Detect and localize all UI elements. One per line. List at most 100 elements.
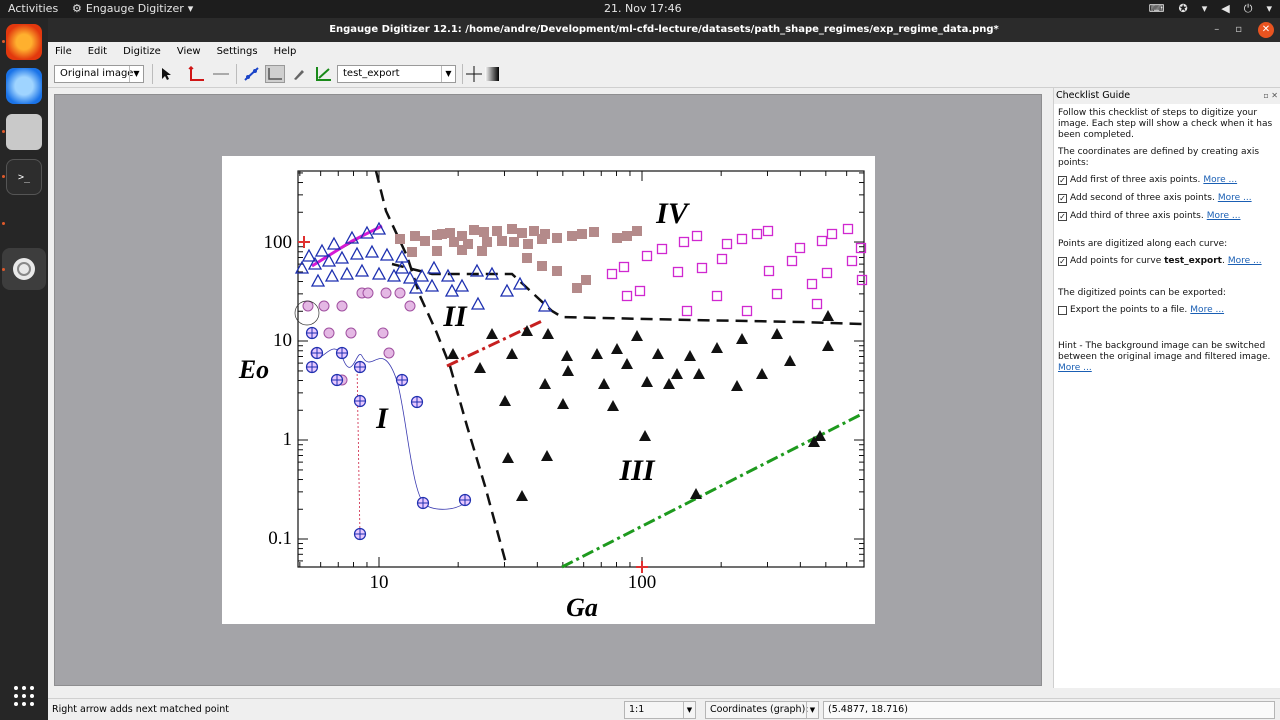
magenta-square-marker	[763, 265, 775, 277]
curve-select[interactable]: test_export ▼	[337, 65, 456, 83]
chevron-down-icon: ▾	[1266, 2, 1272, 15]
axis-point-tool-icon[interactable]	[187, 65, 207, 83]
point-match-tool-icon[interactable]	[265, 65, 285, 83]
window-title: Engauge Digitizer 12.1: /home/andre/Deve…	[329, 24, 999, 35]
magenta-square-marker	[711, 290, 723, 302]
magenta-square-marker	[678, 236, 690, 248]
minimize-icon[interactable]: –	[1214, 18, 1219, 42]
filled-triangle-marker	[607, 400, 619, 411]
checklist-title: Checklist Guide	[1056, 90, 1131, 101]
activities-button[interactable]: Activities	[8, 2, 58, 15]
more-link[interactable]: More ...	[1190, 305, 1224, 315]
axis-intro: The coordinates are defined by creating …	[1058, 147, 1260, 168]
magenta-square-marker	[672, 266, 684, 278]
brown-square-marker	[420, 236, 430, 246]
xtick-label: 100	[628, 572, 657, 593]
menu-settings[interactable]: Settings	[217, 46, 258, 57]
open-triangle-marker	[310, 273, 326, 287]
gradient-icon[interactable]	[482, 65, 502, 83]
filled-triangle-marker	[693, 368, 705, 379]
toolbar-separator	[152, 64, 153, 84]
curve-intro: Points are digitized along each curve:	[1058, 239, 1228, 249]
scale-bar-tool-icon[interactable]	[211, 65, 231, 83]
magenta-square-marker	[618, 261, 630, 273]
hatched-circle-marker	[336, 300, 348, 312]
running-indicator	[2, 268, 5, 271]
checklist-item: ✓ Add first of three axis points. More .…	[1058, 175, 1276, 185]
system-top-bar: Activities ⚙ Engauge Digitizer ▾ 21. Nov…	[0, 0, 1280, 18]
more-link[interactable]: More ...	[1218, 193, 1252, 203]
open-triangle-marker	[326, 236, 342, 250]
menu-view[interactable]: View	[177, 46, 201, 57]
menu-help[interactable]: Help	[274, 46, 297, 57]
window-titlebar[interactable]: Engauge Digitizer 12.1: /home/andre/Deve…	[48, 18, 1280, 42]
magenta-square-marker	[736, 233, 748, 245]
magenta-square-marker	[846, 255, 858, 267]
filled-triangle-marker	[447, 348, 459, 359]
open-triangle-marker	[426, 260, 442, 274]
region-label: II	[442, 300, 468, 333]
chevron-down-icon: ▼	[129, 66, 143, 82]
brown-square-marker	[492, 226, 502, 236]
engauge-digitizer-icon[interactable]	[2, 248, 46, 290]
show-apps-icon[interactable]	[6, 678, 42, 714]
brown-square-marker	[612, 233, 622, 243]
filled-triangle-marker	[631, 330, 643, 341]
region-label: IV	[655, 197, 691, 230]
chevron-down-icon: ▼	[806, 702, 818, 718]
close-icon[interactable]: ▫ ✕	[1263, 88, 1278, 104]
pen-tool-icon[interactable]	[289, 65, 309, 83]
hatched-circle-marker	[404, 300, 416, 312]
chevron-down-icon: ▼	[683, 702, 695, 718]
magenta-square-marker	[691, 230, 703, 242]
files-icon[interactable]	[6, 114, 42, 150]
hatched-circle-marker	[362, 287, 374, 299]
more-link[interactable]: More ...	[1207, 211, 1241, 221]
filled-triangle-marker	[736, 333, 748, 344]
restore-icon[interactable]: ▫	[1235, 18, 1242, 42]
app-window: Engauge Digitizer 12.1: /home/andre/Deve…	[48, 18, 1280, 720]
volume-icon: ◀	[1221, 2, 1230, 15]
open-triangle-marker	[349, 246, 365, 260]
more-link[interactable]: More ...	[1058, 363, 1092, 373]
select-tool-icon[interactable]	[156, 65, 176, 83]
zoom-select[interactable]: 1:1 ▼	[624, 701, 696, 719]
coordinate-mode-select[interactable]: Coordinates (graph): ▼	[705, 701, 819, 719]
background-select[interactable]: Original image ▼	[54, 65, 144, 83]
checkbox-checked-icon: ✓	[1058, 211, 1067, 221]
filled-triangle-marker	[502, 452, 514, 463]
thunderbird-icon[interactable]	[6, 68, 42, 104]
curve-point-tool-icon[interactable]	[242, 65, 262, 83]
filled-triangle-marker	[671, 368, 683, 379]
menu-digitize[interactable]: Digitize	[123, 46, 161, 57]
hatched-circle-marker	[323, 327, 335, 339]
menu-edit[interactable]: Edit	[88, 46, 107, 57]
menu-file[interactable]: File	[55, 46, 72, 57]
open-triangle-marker	[324, 268, 340, 282]
more-link[interactable]: More ...	[1228, 256, 1262, 266]
hatched-circle-marker	[318, 300, 330, 312]
close-icon[interactable]: ✕	[1258, 22, 1274, 38]
terminal-icon[interactable]: >_	[6, 159, 42, 195]
clock[interactable]: 21. Nov 17:46	[604, 2, 682, 15]
status-bar: Right arrow adds next matched point 1:1 …	[48, 698, 1280, 720]
network-icon: ▾	[1201, 2, 1208, 15]
system-tray[interactable]: ⌨ ✪ ▾ ◀ ⏻ ▾	[1149, 2, 1272, 16]
image-canvas[interactable]: 100 10 1 0.1 10 100 Ga Eo I II III IV	[54, 94, 1042, 686]
segment-fill-tool-icon[interactable]	[314, 65, 334, 83]
trajectory-curve	[356, 365, 361, 537]
crosshair-icon[interactable]	[464, 65, 484, 83]
open-triangle-marker	[301, 248, 317, 262]
app-menu[interactable]: ⚙ Engauge Digitizer ▾	[72, 2, 193, 15]
hatched-circle-marker	[383, 347, 395, 359]
filled-triangle-marker	[598, 378, 610, 389]
open-triangle-marker	[386, 268, 402, 282]
open-triangle-marker	[454, 278, 470, 292]
y-axis-label: Eo	[238, 355, 269, 384]
checklist-intro: Follow this checklist of steps to digiti…	[1058, 108, 1273, 140]
more-link[interactable]: More ...	[1203, 175, 1237, 185]
checklist-header[interactable]: Checklist Guide ▫ ✕	[1054, 88, 1280, 104]
magenta-square-marker	[751, 228, 763, 240]
firefox-icon[interactable]	[6, 24, 42, 60]
brown-square-marker	[572, 283, 582, 293]
